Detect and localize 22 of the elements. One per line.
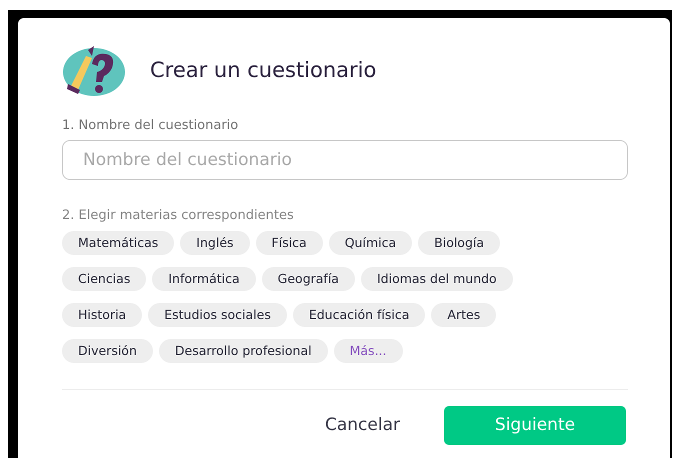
subject-chip[interactable]: Química: [328, 231, 412, 255]
subject-chip[interactable]: Artes: [431, 303, 496, 327]
field-label: 2. Elegir materias correspondientes: [62, 206, 295, 224]
quiz-name-field[interactable]: Nombre del cuestionario: [62, 140, 628, 180]
subject-chip[interactable]: Idiomas del mundo: [360, 267, 513, 291]
subject-chip[interactable]: Geografía: [262, 267, 355, 291]
subject-chip[interactable]: Física: [256, 231, 323, 255]
subject-chip[interactable]: Inglés: [180, 231, 250, 255]
field-label: 1. Nombre del cuestionario: [62, 117, 240, 135]
subject-chip[interactable]: Desarrollo profesional: [158, 339, 328, 363]
subject-chip[interactable]: Más...: [334, 339, 402, 363]
quiz-logo-icon: [62, 44, 126, 98]
subject-chip[interactable]: Informática: [152, 267, 256, 291]
subject-chip[interactable]: Diversión: [62, 339, 153, 363]
subject-chip[interactable]: Ciencias: [62, 267, 146, 291]
subject-chip[interactable]: Matemáticas: [62, 231, 174, 255]
cancel-button[interactable]: Cancelar: [325, 412, 400, 438]
subject-chip[interactable]: Estudios sociales: [148, 303, 287, 327]
dialog-title: Crear un cuestionario: [150, 57, 376, 84]
subject-chip[interactable]: Historia: [62, 303, 142, 327]
subject-chip[interactable]: Biología: [418, 231, 500, 255]
subject-chip[interactable]: Educación física: [292, 303, 426, 327]
